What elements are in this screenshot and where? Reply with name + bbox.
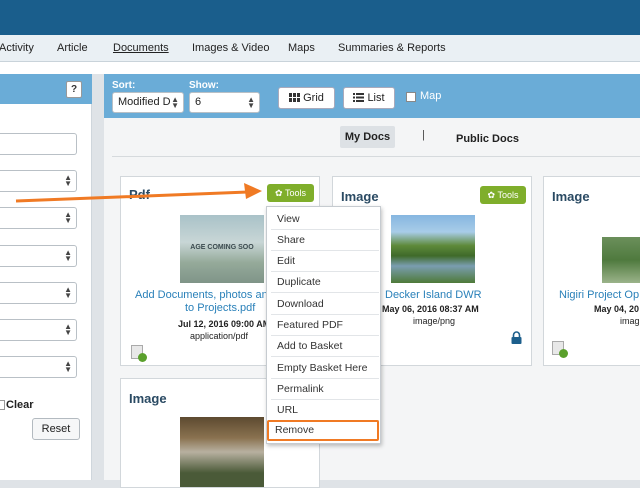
tools-dropdown-menu: View Share Edit Duplicate Download Featu… <box>266 206 381 444</box>
menu-item-add-to-basket[interactable]: Add to Basket <box>271 336 379 357</box>
menu-item-featured-pdf[interactable]: Featured PDF <box>271 315 379 336</box>
main-nav: Activity Article Documents Images & Vide… <box>0 35 640 62</box>
select-arrows-icon: ▲ ▼ <box>64 210 72 225</box>
menu-item-empty-basket-here[interactable]: Empty Basket Here <box>271 358 379 379</box>
filter-text-input[interactable] <box>0 133 77 155</box>
filter-select-4[interactable]: ▲ ▼ <box>0 282 77 304</box>
reset-button[interactable]: Reset <box>32 418 80 440</box>
sort-label: Sort: <box>112 80 136 91</box>
menu-item-share[interactable]: Share <box>271 230 379 251</box>
document-date: Jul 12, 2016 09:00 AM <box>178 319 271 329</box>
filter-select-2[interactable]: ▲ ▼ <box>0 207 77 229</box>
divider <box>112 156 640 157</box>
tab-my-docs[interactable]: My Docs <box>340 126 395 148</box>
lock-icon <box>511 331 522 344</box>
show-label: Show: <box>189 80 219 91</box>
document-title-link[interactable]: Add Documents, photos and <box>135 289 274 301</box>
document-thumbnail[interactable] <box>602 237 640 283</box>
document-thumbnail[interactable] <box>391 215 475 283</box>
select-arrows-icon: ▲ ▼ <box>64 173 72 188</box>
file-download-icon[interactable] <box>131 345 147 362</box>
help-button[interactable]: ? <box>66 81 82 98</box>
grid-view-button[interactable]: Grid <box>278 87 335 109</box>
select-arrows-icon: ▲ ▼ <box>64 359 72 374</box>
nav-item-summaries-reports[interactable]: Summaries & Reports <box>338 42 446 54</box>
tools-button-label: Tools <box>284 188 306 198</box>
menu-item-remove[interactable]: Remove <box>267 420 379 441</box>
clear-label[interactable]: Clear <box>6 399 34 411</box>
grid-icon <box>289 93 301 102</box>
show-select[interactable]: 6 ▲ ▼ <box>189 92 260 113</box>
card-type-label: Image <box>341 189 379 204</box>
document-mime-type: imag <box>620 316 640 326</box>
select-arrows-icon: ▲ ▼ <box>64 322 72 337</box>
nav-item-documents[interactable]: Documents <box>113 42 169 54</box>
document-title-link[interactable]: Decker Island DWR <box>385 289 482 301</box>
grid-view-label: Grid <box>303 92 324 104</box>
tab-separator: | <box>422 129 425 141</box>
document-mime-type: image/png <box>413 316 456 326</box>
gear-icon: ✿ <box>487 190 496 200</box>
list-view-button[interactable]: List <box>343 87 395 109</box>
nav-spacer <box>0 62 640 74</box>
list-icon <box>353 93 365 102</box>
card-type-label: Image <box>552 189 590 204</box>
document-title-link-line2[interactable]: to Projects.pdf <box>185 302 255 314</box>
menu-item-url[interactable]: URL <box>271 400 379 421</box>
filter-select-5[interactable]: ▲ ▼ <box>0 319 77 341</box>
nav-item-activity[interactable]: Activity <box>0 42 34 54</box>
map-label[interactable]: Map <box>420 90 441 102</box>
card-type-label: Image <box>129 391 167 406</box>
menu-item-permalink[interactable]: Permalink <box>271 379 379 400</box>
top-header-bar <box>0 0 640 35</box>
select-arrows-icon: ▲ ▼ <box>64 285 72 300</box>
nav-item-article[interactable]: Article <box>57 42 88 54</box>
tab-public-docs[interactable]: Public Docs <box>456 133 519 145</box>
menu-item-download[interactable]: Download <box>271 294 379 315</box>
view-toolbar: Sort: Modified D ▲ ▼ Show: 6 ▲ ▼ Grid List… <box>104 74 640 118</box>
menu-item-edit[interactable]: Edit <box>271 251 379 272</box>
filter-panel-header: ? <box>0 74 92 104</box>
filter-select-6[interactable]: ▲ ▼ <box>0 356 77 378</box>
nav-item-images-video[interactable]: Images & Video <box>192 42 269 54</box>
gear-icon: ✿ <box>275 188 283 198</box>
tools-button-label: Tools <box>497 190 519 200</box>
select-arrows-icon: ▲ ▼ <box>64 248 72 263</box>
sort-select-value: Modified D <box>118 96 171 108</box>
card-type-label: Pdf <box>129 187 150 202</box>
tools-button[interactable]: ✿ Tools <box>480 186 526 204</box>
nav-item-maps[interactable]: Maps <box>288 42 315 54</box>
clear-checkbox[interactable] <box>0 400 5 410</box>
document-thumbnail[interactable]: AGE COMING SOO <box>180 215 264 283</box>
document-mime-type: application/pdf <box>190 331 249 341</box>
tools-button-active[interactable]: ✿ Tools <box>267 184 314 202</box>
document-thumbnail[interactable] <box>180 417 264 487</box>
map-checkbox[interactable] <box>406 92 416 102</box>
document-date: May 06, 2016 08:37 AM <box>382 304 479 314</box>
thumbnail-placeholder-text: AGE COMING SOO <box>190 244 254 251</box>
filter-panel: ? ▲ ▼ ▲ ▼ ▲ ▼ ▲ ▼ ▲ ▼ ▲ ▼ Clear Reset <box>0 74 92 480</box>
list-view-label: List <box>367 92 385 104</box>
show-select-value: 6 <box>195 96 202 108</box>
file-download-icon[interactable] <box>552 341 568 358</box>
document-card-image[interactable]: Image Nigiri Project Op May 04, 20 imag <box>543 176 640 366</box>
document-date: May 04, 20 <box>594 304 640 314</box>
filter-select-1[interactable]: ▲ ▼ <box>0 170 77 192</box>
menu-item-duplicate[interactable]: Duplicate <box>271 272 379 293</box>
menu-item-view[interactable]: View <box>271 209 379 230</box>
sort-select[interactable]: Modified D ▲ ▼ <box>112 92 184 113</box>
select-arrows-icon: ▲ ▼ <box>171 95 179 110</box>
select-arrows-icon: ▲ ▼ <box>247 95 255 110</box>
document-title-link[interactable]: Nigiri Project Op <box>559 289 639 301</box>
filter-select-3[interactable]: ▲ ▼ <box>0 245 77 267</box>
